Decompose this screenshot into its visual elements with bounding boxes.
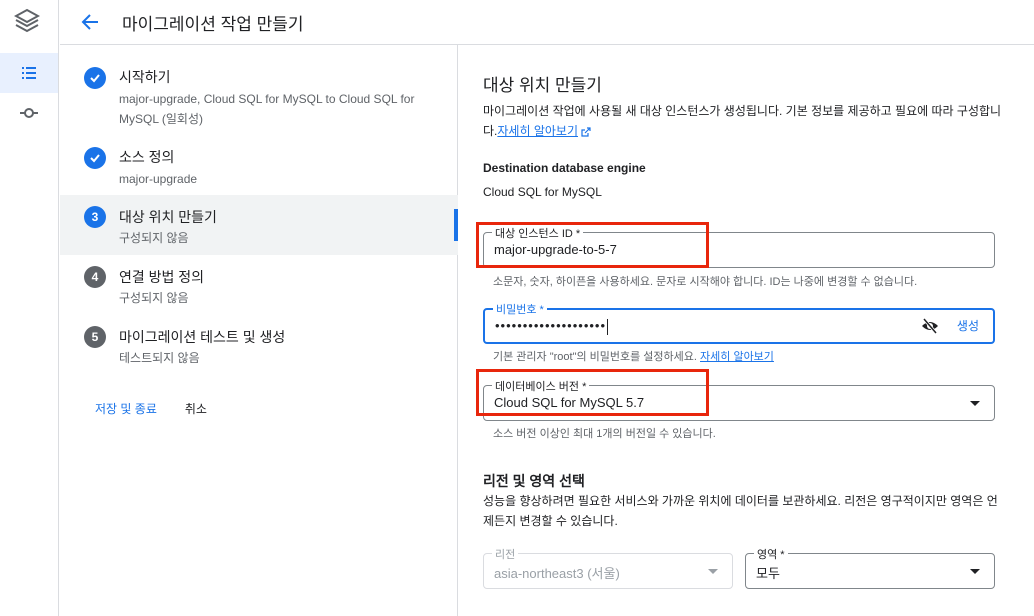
password-hint: 기본 관리자 "root"의 비밀번호를 설정하세요. 자세히 알아보기 [493, 348, 774, 364]
password-hint-text: 기본 관리자 "root"의 비밀번호를 설정하세요. [493, 351, 697, 363]
password-dots: •••••••••••••••••••• [495, 318, 607, 333]
zone-select[interactable]: 영역 * 모두 [745, 546, 995, 589]
back-button[interactable] [72, 4, 108, 40]
instance-id-hint: 소문자, 숫자, 하이픈을 사용하세요. 문자로 시작해야 합니다. ID는 나… [493, 276, 918, 288]
step-destination[interactable]: 3 대상 위치 만들기 구성되지 않음 [60, 195, 458, 255]
generate-password-button[interactable]: 생성 [957, 317, 979, 334]
save-exit-button[interactable]: 저장 및 종료 [95, 400, 157, 417]
field-value: asia-northeast3 (서울) [494, 566, 620, 581]
field-value: 모두 [756, 566, 780, 581]
field-label: 리전 [492, 546, 519, 562]
dropdown-arrow-icon [970, 401, 980, 406]
step-subtitle: major-upgrade [119, 172, 198, 186]
step-title: 대상 위치 만들기 [119, 209, 217, 225]
step-number: 3 [84, 206, 106, 228]
left-rail [0, 0, 59, 616]
region-section-title: 리전 및 영역 선택 [483, 473, 585, 489]
field-label: 영역 * [754, 546, 788, 562]
highlight-instance-id [476, 222, 709, 268]
cancel-button[interactable]: 취소 [185, 400, 207, 417]
password-learn-more-link[interactable]: 자세히 알아보기 [700, 351, 774, 363]
step-subtitle: 구성되지 않음 [119, 291, 189, 305]
step-title: 연결 방법 정의 [119, 269, 205, 285]
engine-value: Cloud SQL for MySQL [483, 185, 602, 199]
rail-connection-profiles-button[interactable] [0, 93, 58, 133]
active-step-indicator [454, 209, 458, 241]
text-cursor [607, 318, 609, 335]
step-subtitle: major-upgrade, Cloud SQL for MySQL to Cl… [119, 92, 415, 126]
database-migration-logo-icon [14, 8, 40, 33]
step-subtitle: 구성되지 않음 [119, 231, 189, 245]
check-circle-icon [84, 67, 106, 89]
page-title: 마이그레이션 작업 만들기 [122, 14, 304, 34]
step-start[interactable]: 시작하기 major-upgrade, Cloud SQL for MySQL … [60, 57, 458, 137]
rail-migration-jobs-button[interactable] [0, 53, 58, 93]
open-in-new-icon [581, 127, 591, 137]
step-title: 마이그레이션 테스트 및 생성 [119, 329, 286, 345]
step-test-create[interactable]: 5 마이그레이션 테스트 및 생성 테스트되지 않음 [60, 315, 458, 375]
section-title: 대상 위치 만들기 [483, 76, 602, 95]
connection-icon [20, 108, 38, 118]
highlight-database-version [476, 369, 709, 416]
learn-more-link[interactable]: 자세히 알아보기 [497, 124, 578, 138]
stepper-actions: 저장 및 종료 취소 [95, 400, 207, 417]
step-source[interactable]: 소스 정의 major-upgrade [60, 137, 458, 195]
password-field[interactable]: 비밀번호 * •••••••••••••••••••• 생성 [483, 301, 995, 344]
database-version-hint: 소스 버전 이상인 최대 1개의 버전일 수 있습니다. [493, 428, 716, 440]
step-number: 4 [84, 266, 106, 288]
check-circle-icon [84, 147, 106, 169]
step-subtitle: 테스트되지 않음 [119, 351, 200, 365]
region-select: 리전 asia-northeast3 (서울) [483, 546, 733, 589]
step-connectivity[interactable]: 4 연결 방법 정의 구성되지 않음 [60, 255, 458, 315]
field-value: •••••••••••••••••••• [495, 318, 609, 335]
step-title: 시작하기 [119, 69, 171, 85]
page-header: 마이그레이션 작업 만들기 [60, 0, 1034, 45]
region-section-description: 성능을 향상하려면 필요한 서비스와 가까운 위치에 데이터를 보관하세요. 리… [483, 494, 998, 528]
dropdown-arrow-icon [970, 569, 980, 574]
engine-label: Destination database engine [483, 161, 646, 175]
step-title: 소스 정의 [119, 149, 175, 165]
destination-form: 대상 위치 만들기 마이그레이션 작업에 사용될 새 대상 인스턴스가 생성됩니… [459, 45, 1034, 616]
step-number: 5 [84, 326, 106, 348]
dropdown-arrow-icon [708, 569, 718, 574]
stepper: 시작하기 major-upgrade, Cloud SQL for MySQL … [60, 45, 458, 616]
list-icon [22, 67, 36, 79]
section-description: 마이그레이션 작업에 사용될 새 대상 인스턴스가 생성됩니다. 기본 정보를 … [483, 101, 1003, 141]
arrow-back-icon [81, 14, 98, 30]
visibility-off-icon[interactable] [921, 317, 939, 335]
field-label: 비밀번호 * [493, 301, 547, 317]
